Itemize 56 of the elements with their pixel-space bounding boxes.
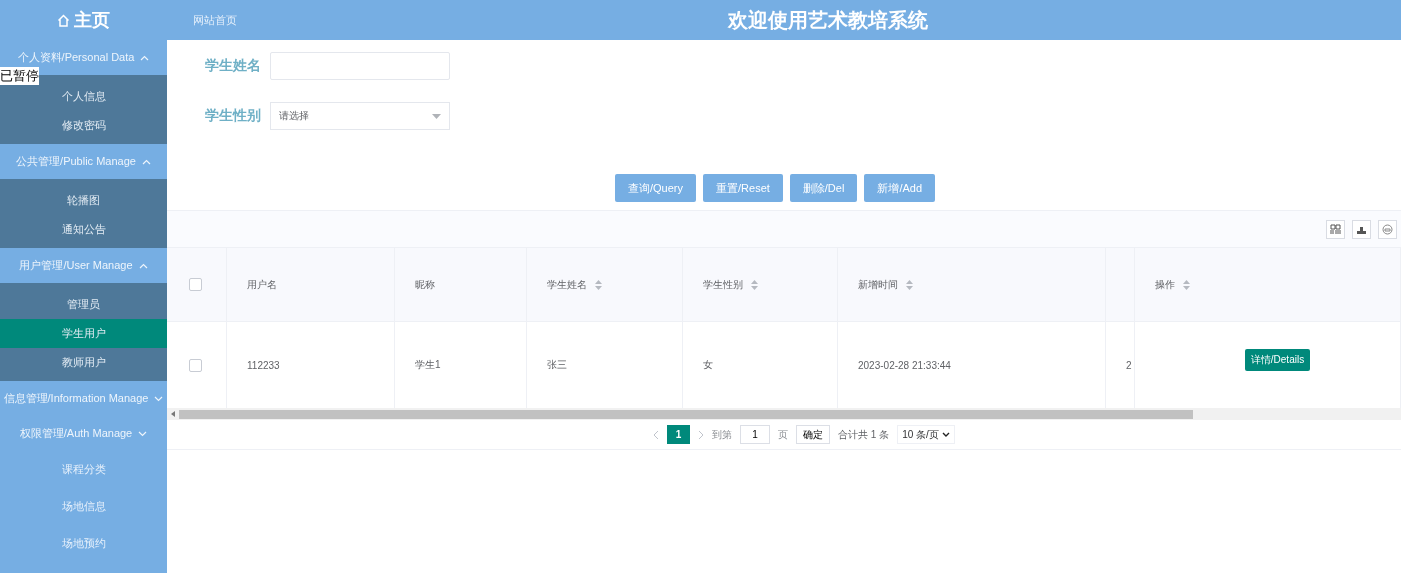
goto-label: 到第: [712, 427, 733, 442]
print-icon: [1382, 223, 1393, 235]
menu-group[interactable]: 公共管理/Public Manage: [0, 144, 167, 179]
menu-group[interactable]: 权限管理/Auth Manage: [0, 416, 167, 451]
dropdown-arrow-icon: [432, 113, 441, 119]
caret-icon: [941, 432, 950, 437]
page-unit: 页: [778, 427, 789, 442]
menu-item[interactable]: 课程分类: [0, 451, 167, 488]
select-all-checkbox[interactable]: [189, 278, 202, 291]
next-page-icon[interactable]: [698, 429, 705, 440]
prev-page-icon[interactable]: [653, 429, 660, 440]
column-header: 学生性别: [703, 277, 743, 292]
column-header: 操作: [1155, 277, 1175, 292]
print-button[interactable]: [1378, 219, 1397, 239]
action-button[interactable]: 查询/Query: [615, 174, 696, 202]
menu-item[interactable]: 场地信息: [0, 488, 167, 525]
scrollbar-thumb[interactable]: [179, 409, 1193, 419]
menu-group[interactable]: 用户管理/User Manage: [0, 248, 167, 283]
chevron-up-icon: [140, 54, 150, 61]
action-button[interactable]: 删除/Del: [789, 174, 858, 202]
sort-icon[interactable]: [595, 279, 602, 290]
chevron-up-icon: [138, 262, 148, 269]
name-input[interactable]: [270, 52, 450, 80]
column-header: 用户名: [247, 277, 277, 292]
menu-item[interactable]: 学生用户: [0, 319, 167, 348]
grid-icon: [1330, 223, 1341, 235]
page-input[interactable]: 1: [740, 425, 771, 444]
column-header: 昵称: [415, 277, 435, 292]
sort-icon[interactable]: [1183, 279, 1190, 290]
row-checkbox[interactable]: [189, 358, 202, 372]
gender-select[interactable]: 请选择: [270, 102, 450, 130]
action-button[interactable]: 重置/Reset: [703, 174, 783, 202]
export-button[interactable]: [1352, 219, 1371, 239]
columns-button[interactable]: [1326, 219, 1345, 239]
details-button[interactable]: 详情/Details: [1244, 349, 1311, 371]
menu-group[interactable]: 信息管理/Information Manage: [0, 381, 167, 416]
scroll-left-icon[interactable]: [171, 411, 175, 417]
sort-icon[interactable]: [906, 279, 913, 290]
confirm-button[interactable]: 确定: [796, 425, 831, 444]
column-header: 新增时间: [858, 277, 898, 292]
system-title: 欢迎使用艺术教培系统: [728, 7, 928, 33]
home-icon[interactable]: [57, 13, 70, 27]
chevron-down-icon: [154, 395, 164, 402]
chevron-up-icon: [141, 158, 151, 165]
action-button[interactable]: 新增/Add: [864, 174, 935, 202]
page-number[interactable]: 1: [667, 425, 691, 444]
column-header: 学生姓名: [547, 277, 587, 292]
field-label: 学生姓名: [205, 57, 258, 75]
paused-label: 已暂停: [0, 67, 39, 85]
page-size-select[interactable]: 10 条/页: [897, 425, 955, 444]
site-home-link[interactable]: 网站首页: [193, 12, 313, 28]
chevron-down-icon: [138, 430, 148, 437]
sort-icon[interactable]: [751, 279, 758, 290]
home-title[interactable]: 主页: [74, 8, 110, 32]
menu-item[interactable]: 场地预约: [0, 525, 167, 562]
total-count: 合计共 1 条: [838, 427, 890, 442]
